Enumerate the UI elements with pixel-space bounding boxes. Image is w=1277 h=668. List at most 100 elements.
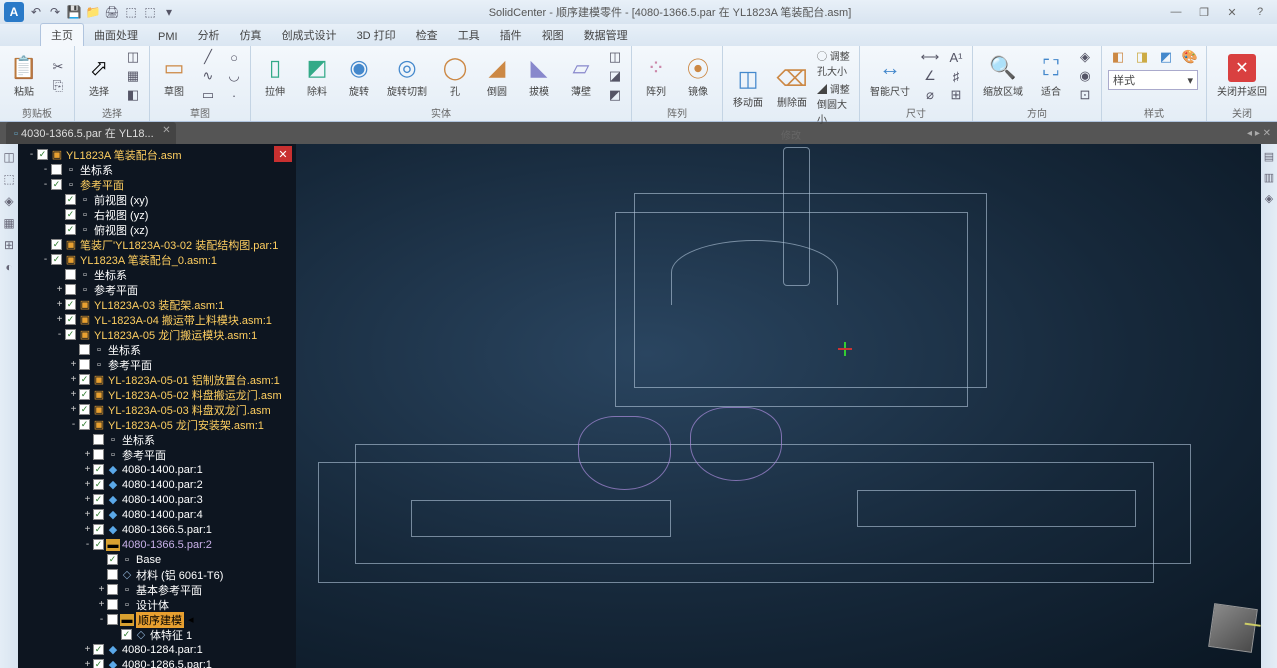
expand-icon[interactable]: + xyxy=(96,599,107,610)
help-button[interactable]: ? xyxy=(1247,3,1273,21)
expand-icon[interactable]: + xyxy=(96,584,107,595)
select-opt-icon[interactable]: ◫ xyxy=(123,48,143,66)
view-opt-icon[interactable]: ◉ xyxy=(1075,67,1095,85)
expand-icon[interactable]: + xyxy=(82,479,93,490)
hole-button[interactable]: ◯孔 xyxy=(437,52,473,100)
tool-icon[interactable]: ◈ xyxy=(4,194,13,208)
tool-icon[interactable]: ◫ xyxy=(3,150,14,164)
minimize-button[interactable]: — xyxy=(1163,3,1189,21)
checkbox[interactable]: ✓ xyxy=(93,509,104,520)
checkbox[interactable]: ✓ xyxy=(65,224,76,235)
smartdim-button[interactable]: ↔智能尺寸 xyxy=(866,52,914,100)
tab-data[interactable]: 数据管理 xyxy=(574,24,638,46)
maximize-button[interactable]: ❐ xyxy=(1191,3,1217,21)
fit-button[interactable]: ⛶适合 xyxy=(1033,52,1069,100)
checkbox[interactable]: ✓ xyxy=(51,179,62,190)
delface-button[interactable]: ⌫删除面 xyxy=(773,63,811,111)
checkbox[interactable] xyxy=(107,614,118,625)
revolve-button[interactable]: ◉旋转 xyxy=(341,52,377,100)
thin-button[interactable]: ▱薄壁 xyxy=(563,52,599,100)
expand-icon[interactable]: + xyxy=(68,404,79,415)
tree-node[interactable]: +✓▣YL-1823A-05-03 料盘双龙门.asm xyxy=(18,402,296,417)
draft-button[interactable]: ◣拔模 xyxy=(521,52,557,100)
solid-opt-icon[interactable]: ◫ xyxy=(605,48,625,66)
expand-icon[interactable]: - xyxy=(26,149,37,160)
expand-icon[interactable]: + xyxy=(82,494,93,505)
select-opt-icon[interactable]: ◧ xyxy=(123,86,143,104)
checkbox[interactable]: ✓ xyxy=(65,314,76,325)
point-icon[interactable]: · xyxy=(224,86,244,104)
checkbox[interactable]: ✓ xyxy=(93,494,104,505)
expand-icon[interactable]: - xyxy=(40,179,51,190)
close-button[interactable]: ✕ xyxy=(1219,3,1245,21)
curve-icon[interactable]: ∿ xyxy=(198,67,218,85)
dim-opt-icon[interactable]: ♯ xyxy=(946,67,966,85)
tool-icon[interactable]: ◐ xyxy=(5,260,12,274)
save-icon[interactable]: 💾 xyxy=(66,4,82,20)
dim-opt-icon[interactable]: ⟷ xyxy=(920,48,940,66)
tree-node[interactable]: -✓▣YL1823A 笔装配台_0.asm:1 xyxy=(18,252,296,267)
round-button[interactable]: ◢倒圆 xyxy=(479,52,515,100)
expand-icon[interactable]: - xyxy=(40,254,51,265)
view-cube[interactable] xyxy=(1208,603,1258,653)
checkbox[interactable]: ✓ xyxy=(79,389,90,400)
expand-icon[interactable]: + xyxy=(82,464,93,475)
extrude-button[interactable]: ▯拉伸 xyxy=(257,52,293,100)
adjust-round-button[interactable]: ◢ 调整倒圆大小 xyxy=(817,81,853,126)
tree-node[interactable]: +✓◆4080-1366.5.par:1 xyxy=(18,522,296,537)
tree-node[interactable]: +▫参考平面 xyxy=(18,447,296,462)
tree-node[interactable]: +✓◆4080-1400.par:3 xyxy=(18,492,296,507)
checkbox[interactable] xyxy=(65,284,76,295)
rect-icon[interactable]: ▭ xyxy=(198,86,218,104)
expand-icon[interactable]: + xyxy=(68,374,79,385)
tool-icon[interactable]: ◈ xyxy=(1265,192,1273,205)
checkbox[interactable] xyxy=(107,569,118,580)
expand-icon[interactable]: + xyxy=(82,644,93,655)
checkbox[interactable]: ✓ xyxy=(65,209,76,220)
checkbox[interactable] xyxy=(107,599,118,610)
cube-icon[interactable]: ◩ xyxy=(1156,48,1176,66)
tree-node[interactable]: +✓◆4080-1400.par:2 xyxy=(18,477,296,492)
expand-icon[interactable]: + xyxy=(68,389,79,400)
print-icon[interactable]: 🖨 xyxy=(104,4,120,20)
checkbox[interactable] xyxy=(93,449,104,460)
document-tab[interactable]: ▫ 4030-1366.5.par 在 YL18... ✕ xyxy=(6,122,176,144)
tab-controls[interactable]: ◂ ▸ ✕ xyxy=(1247,128,1277,139)
dim-opt-icon[interactable]: ∠ xyxy=(920,67,940,85)
tree-node[interactable]: -▫坐标系 xyxy=(18,162,296,177)
tree-node[interactable]: +✓◆4080-1400.par:4 xyxy=(18,507,296,522)
checkbox[interactable]: ✓ xyxy=(107,554,118,565)
expand-icon[interactable]: + xyxy=(82,509,93,520)
tool-icon[interactable]: ⬚ xyxy=(3,172,14,186)
tab-home[interactable]: 主页 xyxy=(40,23,84,46)
qat-icon[interactable]: ⬚ xyxy=(142,4,158,20)
tree-node[interactable]: ✓▣笔装厂'YL1823A-03-02 装配结构图.par:1 xyxy=(18,237,296,252)
zoomarea-button[interactable]: 🔍缩放区域 xyxy=(979,52,1027,100)
circle-icon[interactable]: ○ xyxy=(224,48,244,66)
tab-gen[interactable]: 创成式设计 xyxy=(272,24,347,46)
tree-node[interactable]: +✓▣YL-1823A-05-02 料盘搬运龙门.asm xyxy=(18,387,296,402)
checkbox[interactable] xyxy=(79,344,90,355)
tree-node[interactable]: +▫参考平面 xyxy=(18,282,296,297)
tree-node[interactable]: +✓◆4080-1286.5.par:1 xyxy=(18,657,296,668)
checkbox[interactable]: ✓ xyxy=(37,149,48,160)
tree-node[interactable]: ✓▫俯视图 (xz) xyxy=(18,222,296,237)
tree-node[interactable]: +✓◆4080-1284.par:1 xyxy=(18,642,296,657)
checkbox[interactable]: ✓ xyxy=(121,629,132,640)
moveface-button[interactable]: ◫移动面 xyxy=(729,63,767,111)
cube-icon[interactable]: ◧ xyxy=(1108,48,1128,66)
checkbox[interactable] xyxy=(107,584,118,595)
tree-node[interactable]: ✓▫右视图 (yz) xyxy=(18,207,296,222)
tree-node[interactable]: ▫坐标系 xyxy=(18,342,296,357)
mirror-button[interactable]: ⦿镜像 xyxy=(680,52,716,100)
expand-icon[interactable]: + xyxy=(68,359,79,370)
checkbox[interactable] xyxy=(79,359,90,370)
expand-icon[interactable]: + xyxy=(54,299,65,310)
open-icon[interactable]: 📁 xyxy=(85,4,101,20)
tab-sim[interactable]: 仿真 xyxy=(230,24,272,46)
tree-close-button[interactable]: ✕ xyxy=(274,146,292,162)
checkbox[interactable]: ✓ xyxy=(93,539,104,550)
palette-icon[interactable]: 🎨 xyxy=(1180,48,1200,66)
checkbox[interactable]: ✓ xyxy=(79,404,90,415)
checkbox[interactable]: ✓ xyxy=(65,194,76,205)
